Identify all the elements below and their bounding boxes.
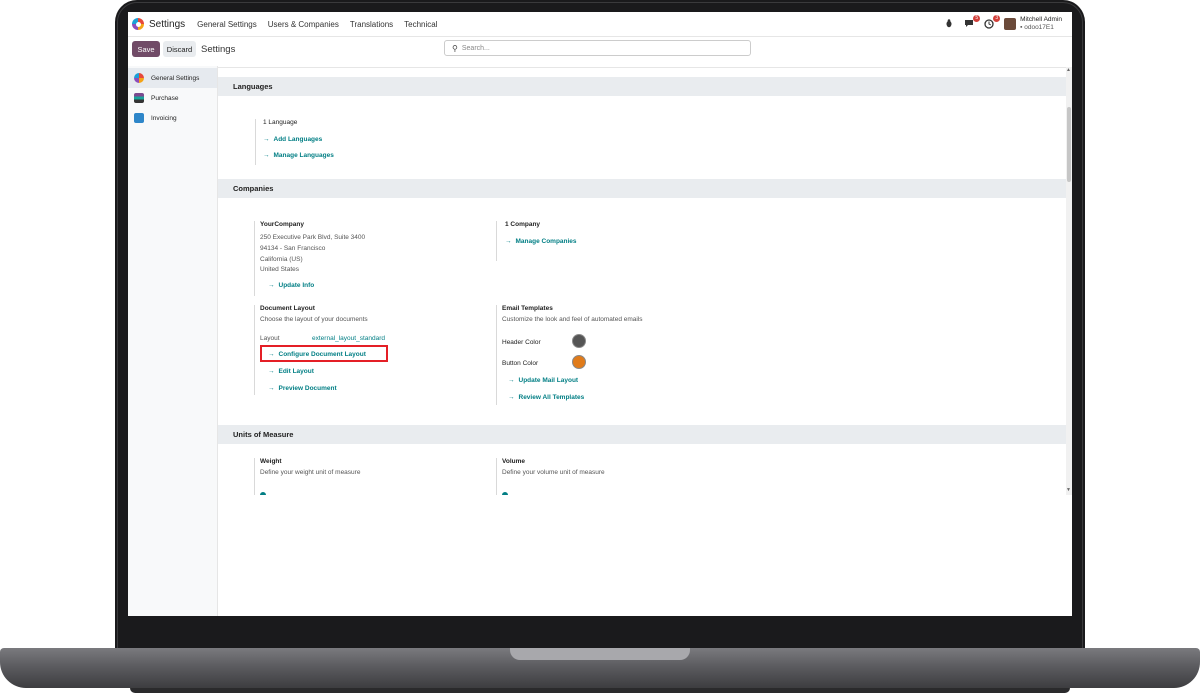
activities-clock-icon[interactable]: 3 xyxy=(984,15,1001,29)
screen: Settings General Settings Users & Compan… xyxy=(128,12,1072,616)
top-navbar: Settings General Settings Users & Compan… xyxy=(128,12,1072,37)
email-templates-title: Email Templates xyxy=(502,305,553,312)
layout-value[interactable]: external_layout_standard xyxy=(312,335,385,342)
volume-radio[interactable] xyxy=(502,492,508,495)
add-languages-link[interactable]: Add Languages xyxy=(263,136,323,143)
company-count: 1 Company xyxy=(505,221,541,228)
user-name: Mitchell Admin xyxy=(1020,16,1062,23)
company-address-line: 250 Executive Park Blvd, Suite 3400 xyxy=(260,234,366,241)
header-color-swatch[interactable] xyxy=(572,334,586,348)
weight-description: Define your weight unit of measure xyxy=(260,469,361,476)
laptop-feet xyxy=(130,688,1070,693)
setting-divider xyxy=(254,305,255,395)
menu-general-settings[interactable]: General Settings xyxy=(197,20,257,29)
setting-divider xyxy=(496,305,497,405)
company-name: YourCompany xyxy=(260,221,304,228)
review-all-templates-link[interactable]: Review All Templates xyxy=(508,394,585,401)
update-mail-layout-link[interactable]: Update Mail Layout xyxy=(508,377,579,384)
activities-badge: 3 xyxy=(993,15,1001,22)
setting-divider xyxy=(496,458,497,495)
manage-languages-link[interactable]: Manage Languages xyxy=(263,152,334,159)
scroll-up-arrow-icon[interactable]: ▲ xyxy=(1066,67,1071,73)
page-title: Settings xyxy=(201,44,236,55)
settings-sidebar: General Settings Purchase Invoicing xyxy=(128,66,218,616)
bug-icon[interactable] xyxy=(944,19,954,29)
invoicing-app-icon xyxy=(134,113,144,123)
configure-document-layout-link[interactable]: Configure Document Layout xyxy=(268,351,366,358)
search-placeholder: Search... xyxy=(461,44,490,52)
odoo-logo-icon xyxy=(134,73,144,83)
menu-users-companies[interactable]: Users & Companies xyxy=(268,20,339,29)
app-brand[interactable]: Settings xyxy=(149,19,185,30)
setting-divider xyxy=(254,221,255,296)
section-companies-header: Companies xyxy=(218,179,1066,198)
odoo-logo-icon[interactable] xyxy=(132,18,144,30)
messages-icon[interactable]: 5 xyxy=(964,15,981,29)
user-menu[interactable]: Mitchell Admin ▪ odoo17E1 xyxy=(1020,16,1062,32)
menu-translations[interactable]: Translations xyxy=(350,20,393,29)
email-templates-description: Customize the look and feel of automated… xyxy=(502,316,643,323)
search-icon: ⚲ xyxy=(452,43,458,53)
company-address-line: 94134 - San Francisco xyxy=(260,245,326,252)
button-color-label: Button Color xyxy=(502,360,539,367)
update-info-link[interactable]: Update Info xyxy=(268,282,315,289)
save-button[interactable]: Save xyxy=(132,41,160,57)
settings-content: Languages 1 Language Add Languages Manag… xyxy=(218,67,1066,495)
weight-radio[interactable] xyxy=(260,492,266,495)
layout-label: Layout xyxy=(260,335,280,342)
volume-description: Define your volume unit of measure xyxy=(502,469,605,476)
scrollbar-thumb[interactable] xyxy=(1067,107,1071,182)
sidebar-item-label: Invoicing xyxy=(151,114,177,122)
sidebar-item-label: General Settings xyxy=(151,74,200,82)
manage-companies-link[interactable]: Manage Companies xyxy=(505,238,577,245)
setting-divider xyxy=(254,458,255,495)
company-address-line: United States xyxy=(260,266,300,273)
search-input[interactable]: ⚲ Search... xyxy=(444,40,751,56)
section-languages-header: Languages xyxy=(218,77,1066,96)
setting-divider xyxy=(496,221,497,261)
scroll-down-arrow-icon[interactable]: ▼ xyxy=(1066,487,1071,493)
header-color-label: Header Color xyxy=(502,339,541,346)
button-color-swatch[interactable] xyxy=(572,355,586,369)
document-layout-description: Choose the layout of your documents xyxy=(260,316,368,323)
sidebar-item-label: Purchase xyxy=(151,94,179,102)
preview-document-link[interactable]: Preview Document xyxy=(268,385,337,392)
sidebar-item-general-settings[interactable]: General Settings xyxy=(128,68,217,88)
setting-divider xyxy=(255,119,256,165)
discard-button[interactable]: Discard xyxy=(163,41,196,57)
purchase-app-icon xyxy=(134,93,144,103)
volume-title: Volume xyxy=(502,458,525,465)
control-panel: Save Discard Settings ⚲ Search... xyxy=(128,37,1072,68)
laptop-notch xyxy=(510,648,690,660)
edit-layout-link[interactable]: Edit Layout xyxy=(268,368,314,375)
sidebar-item-purchase[interactable]: Purchase xyxy=(128,88,217,108)
company-address-line: California (US) xyxy=(260,256,303,263)
menu-technical[interactable]: Technical xyxy=(404,20,437,29)
section-units-header: Units of Measure xyxy=(218,425,1066,444)
navbar-systray: 5 3 Mitchell Admin ▪ odoo17E1 xyxy=(944,12,1072,36)
weight-title: Weight xyxy=(260,458,282,465)
user-database: ▪ odoo17E1 xyxy=(1020,24,1054,31)
document-layout-title: Document Layout xyxy=(260,305,315,312)
language-count: 1 Language xyxy=(263,119,298,126)
sidebar-item-invoicing[interactable]: Invoicing xyxy=(128,108,217,128)
messages-badge: 5 xyxy=(973,15,981,22)
user-avatar[interactable] xyxy=(1004,18,1017,30)
